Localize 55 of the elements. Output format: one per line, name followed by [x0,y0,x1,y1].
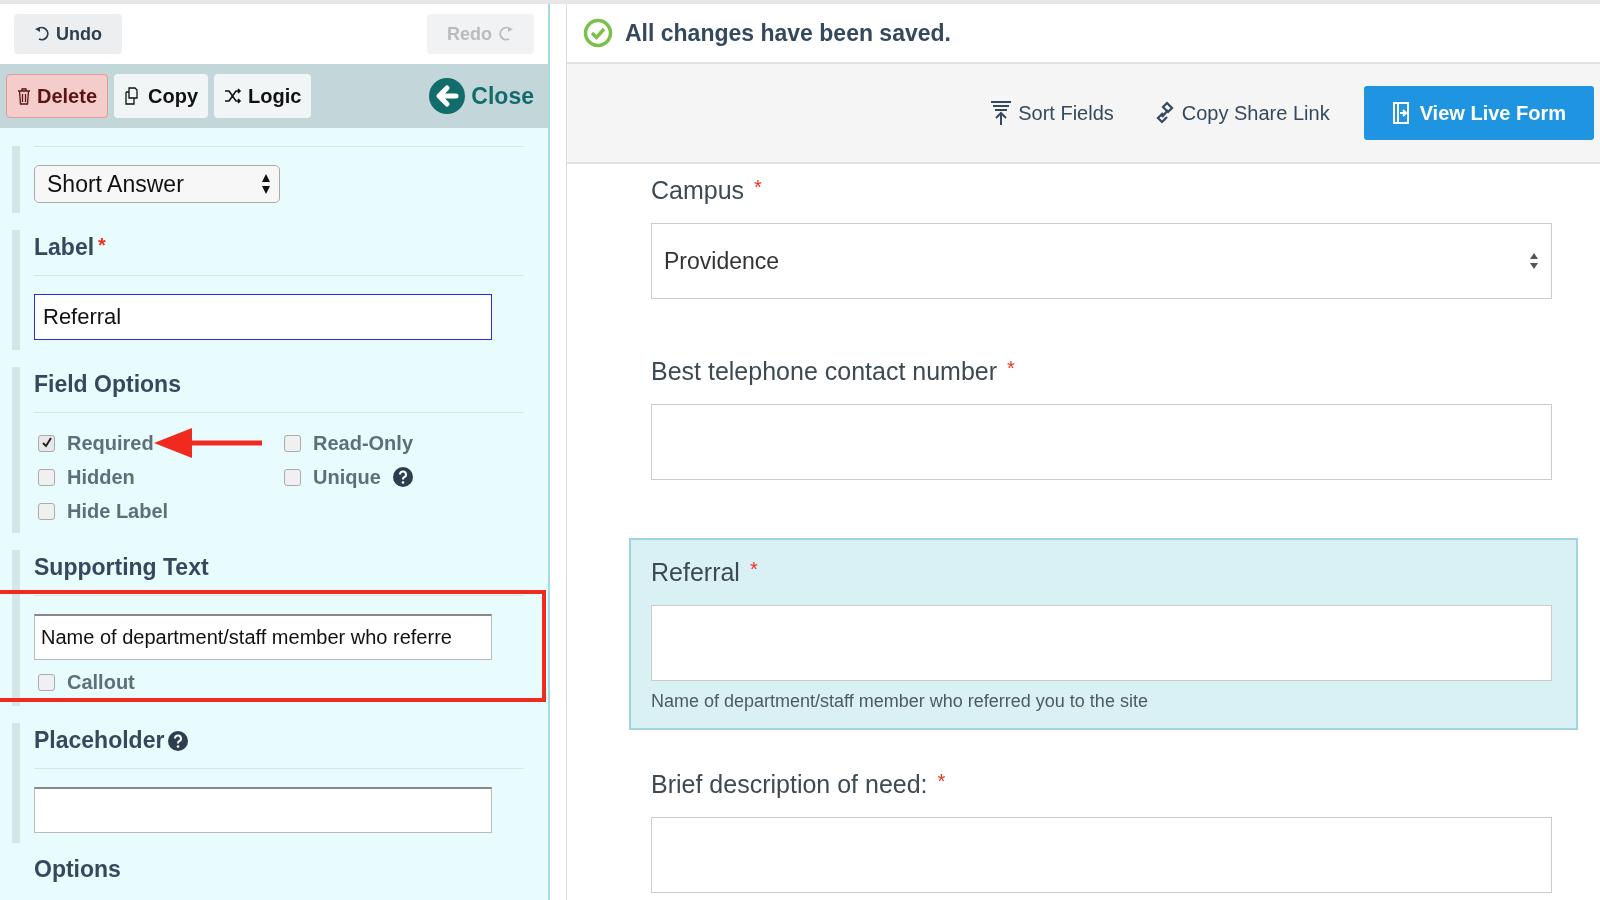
delete-button[interactable]: Delete [6,74,109,118]
field-label: Brief description of need: [651,770,928,799]
logic-button[interactable]: Logic [214,74,312,118]
checkbox[interactable] [284,434,301,452]
input-field[interactable] [651,404,1552,480]
check-circle-icon [583,18,613,48]
close-button[interactable]: Close [429,78,534,114]
supporting-text-input[interactable]: Name of department/staff member who referre [34,614,492,660]
option-label: Read-Only [313,431,414,455]
field-label: Campus [651,176,745,205]
select-arrows-icon [1529,251,1539,271]
required-asterisk: * [98,234,106,257]
checkbox[interactable] [38,434,55,452]
selected-field-panel[interactable]: Referral * Name of department/staff member who referred you to the site [629,538,1578,730]
option-label: Hidden [67,465,135,489]
required-asterisk: * [754,176,762,199]
option-label: Callout [67,670,135,694]
sort-fields-button[interactable]: Sort Fields [984,99,1120,127]
help-icon[interactable] [168,730,189,751]
redo-icon [498,26,514,42]
copy-share-link-button[interactable]: Copy Share Link [1147,99,1336,127]
input-field[interactable] [651,817,1552,893]
undo-icon [34,26,50,42]
field-label: Best telephone contact number [651,357,998,386]
option-label: Hide Label [67,499,169,523]
checkbox[interactable] [38,468,55,486]
supporting-text-heading: Supporting Text [34,554,209,581]
label-heading: Label [34,234,95,261]
placeholder-heading: Placeholder [34,727,165,754]
copy-button[interactable]: Copy [114,74,209,118]
required-asterisk: * [937,770,946,793]
select-field[interactable]: Providence [651,223,1552,299]
help-text: Name of department/staff member who referred you to the site [651,691,1149,712]
placeholder-input[interactable] [34,787,492,833]
input-field[interactable] [651,605,1552,681]
shuffle-icon [224,88,243,104]
required-asterisk: * [749,558,758,581]
undo-button[interactable]: Undo [14,14,122,54]
field-label: Referral [651,558,740,587]
sort-icon [990,100,1013,126]
trash-icon [17,87,31,105]
save-status: All changes have been saved. [625,19,951,47]
form-enter-icon [1391,101,1412,125]
label-input[interactable]: Referral [34,294,492,340]
required-asterisk: * [1007,357,1015,380]
options-heading: Options [34,856,121,883]
checkbox[interactable] [38,673,55,691]
type-select[interactable]: Short Answer [34,165,280,203]
select-arrows-icon [261,173,271,195]
help-icon[interactable] [392,467,413,487]
field-options-heading: Field Options [34,371,181,398]
option-label: Unique [313,465,381,489]
checkbox[interactable] [38,502,55,520]
option-label: Required [67,431,154,455]
checkbox[interactable] [284,468,301,486]
